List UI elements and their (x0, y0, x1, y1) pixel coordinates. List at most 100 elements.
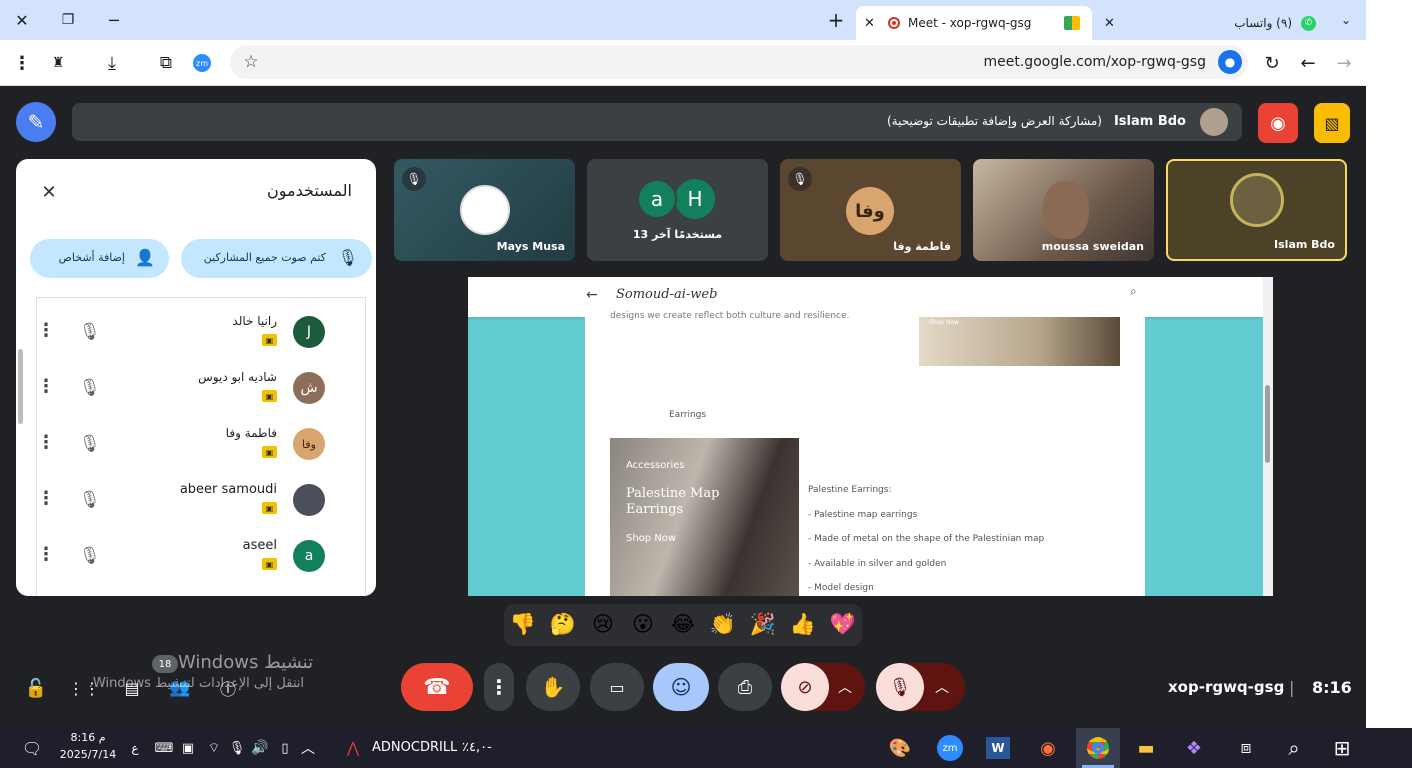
mic-off-icon[interactable]: 🎙 (79, 434, 101, 454)
list-item[interactable]: وفا فاطمة وفا ▣ 🎙 ⋮ (17, 416, 325, 472)
download-icon[interactable]: ⤓ (98, 49, 126, 77)
tile-islam-bdo[interactable]: Islam Bdo (1166, 159, 1347, 261)
mic-off-icon[interactable]: 🎙 (79, 378, 101, 398)
chevron-up-icon[interactable]: ︿ (930, 675, 954, 699)
add-people-button[interactable]: 👤 إضافة أشخاص (30, 239, 169, 278)
tile-mays-musa[interactable]: 🎙 Mays Musa (394, 159, 575, 261)
tab-whatsapp[interactable]: ✕ (٩) واتساب ✆ (1096, 6, 1326, 40)
raise-hand-button[interactable]: ✋ (526, 663, 580, 711)
back-icon[interactable]: ← (1294, 49, 1322, 77)
extensions-puzzle-icon[interactable]: ⧉ (152, 49, 180, 77)
copilot-icon[interactable]: ❖ (1180, 728, 1208, 768)
close-tab-icon[interactable]: ✕ (864, 16, 875, 31)
word-app-icon[interactable]: W (984, 728, 1012, 768)
more-options-icon[interactable]: ⋮ (37, 544, 55, 565)
minimize-window-icon[interactable]: ─ (100, 6, 128, 34)
edit-pen-icon[interactable]: ✎ (16, 102, 56, 142)
search-icon[interactable]: ⌕ (1130, 284, 1137, 299)
bookmark-star-icon[interactable]: ☆ (240, 51, 262, 73)
wifi-icon[interactable]: ⌔ (204, 728, 224, 768)
earrings-image[interactable]: Accessories Palestine Map Earrings Shop … (610, 438, 799, 596)
file-explorer-icon[interactable]: ▬ (1132, 728, 1160, 768)
zoom-extension-icon[interactable]: zm (188, 49, 216, 77)
clock: 8:16 (1312, 678, 1352, 697)
firefox-icon[interactable]: ◉ (1034, 728, 1062, 768)
windows-start-icon[interactable]: ⊞ (1328, 728, 1356, 768)
stock-trend-icon: ⋀ (346, 739, 360, 757)
list-item[interactable]: J رانيا خالد ▣ 🎙 ⋮ (17, 304, 325, 360)
close-icon[interactable]: ✕ (38, 181, 60, 203)
more-options-button[interactable]: ⋮ (484, 663, 514, 711)
tab-meet[interactable]: ✕ Meet - xop-rgwq-gsg (856, 6, 1092, 40)
more-options-icon[interactable]: ⋮ (37, 376, 55, 397)
list-item[interactable]: abeer samoudi ▣ 🎙 ⋮ (17, 472, 325, 528)
battery-icon[interactable]: ▯ (276, 728, 294, 768)
back-arrow-icon[interactable]: ← (586, 287, 598, 303)
mic-off-icon[interactable]: 🎙 (79, 322, 101, 342)
product-image[interactable]: Shop Now (919, 317, 1120, 366)
more-options-icon[interactable]: ⋮ (37, 488, 55, 509)
google-meet-icon (1064, 16, 1080, 30)
extension-icon[interactable]: ♜ (44, 49, 72, 77)
reaction-thumbs-down[interactable]: 👎 (508, 612, 538, 637)
menu-icon[interactable]: ⋮ (8, 49, 36, 77)
record-icon[interactable]: ◉ (1258, 103, 1298, 143)
reaction-party[interactable]: 🎉 (748, 612, 778, 637)
captions-button[interactable]: ▭ (590, 663, 644, 711)
reaction-surprised[interactable]: 😮 (628, 612, 658, 636)
captions-off-icon[interactable]: ▧ (1314, 103, 1350, 143)
reaction-clap[interactable]: 👏 (708, 612, 738, 637)
omnibox[interactable]: ☆ meet.google.com/xop-rgwq-gsg ● (230, 45, 1248, 79)
mic-off-icon: 🎙 (788, 167, 812, 191)
reaction-sad[interactable]: 😢 (588, 612, 618, 636)
taskbar-date[interactable]: 2025/7/14 (58, 748, 118, 761)
microphone-in-use-icon[interactable]: ● (1218, 50, 1242, 74)
reaction-thinking[interactable]: 🤔 (548, 612, 578, 637)
more-options-icon[interactable]: ⋮ (37, 432, 55, 453)
tile-fatima-wafa[interactable]: 🎙 وفا فاطمة وفا (780, 159, 961, 261)
host-controls-lock-icon[interactable]: 🔓 (24, 674, 48, 702)
taskbar-time[interactable]: 8:16 م (60, 731, 116, 744)
list-item[interactable]: a aseel ▣ 🎙 ⋮ (17, 528, 325, 584)
mic-off-icon[interactable]: 🎙 (876, 663, 924, 711)
tile-others[interactable]: H a 13 مستخدمًا آخر (587, 159, 768, 261)
present-button[interactable]: ⎙ (718, 663, 772, 711)
reaction-thumbs-up[interactable]: 👍 (788, 612, 818, 637)
reaction-laugh[interactable]: 😂 (668, 612, 698, 636)
url-text[interactable]: meet.google.com/xop-rgwq-gsg (984, 54, 1207, 70)
more-options-icon[interactable]: ⋮ (37, 320, 55, 341)
microphone-icon[interactable]: 🎙 (228, 728, 246, 768)
tab-search-icon[interactable]: ⌄ (1332, 6, 1360, 34)
list-item[interactable]: ش شاديه ابو ديوس ▣ 🎙 ⋮ (17, 360, 325, 416)
restore-window-icon[interactable]: ❐ (54, 6, 82, 34)
close-tab-icon[interactable]: ✕ (1104, 16, 1115, 31)
reload-icon[interactable]: ↻ (1258, 49, 1286, 77)
mic-off-icon[interactable]: 🎙 (79, 546, 101, 566)
zoom-app-icon[interactable]: zm (936, 728, 964, 768)
search-icon[interactable]: ⌕ (1280, 728, 1308, 768)
chrome-icon[interactable] (1076, 728, 1120, 768)
task-view-icon[interactable]: ⧈ (1232, 728, 1260, 768)
new-tab-icon[interactable]: + (822, 6, 850, 34)
avatar: a (637, 179, 677, 219)
camera-off-icon[interactable]: ⊘ (781, 663, 829, 711)
notifications-icon[interactable]: 🗨 (20, 728, 44, 768)
meet-app-icon[interactable]: ▣ (178, 728, 198, 768)
stock-name[interactable]: ADNOCDRILL (372, 740, 457, 755)
paint-app-icon[interactable]: 🎨 (886, 728, 914, 768)
chevron-up-icon[interactable]: ︿ (833, 675, 857, 699)
scrollbar[interactable] (18, 349, 23, 424)
tile-moussa-sweidan[interactable]: moussa sweidan (973, 159, 1154, 261)
leave-call-button[interactable]: ☎ (401, 663, 473, 711)
chevron-up-icon[interactable]: ︿ (298, 728, 318, 768)
close-window-icon[interactable]: ✕ (8, 6, 36, 34)
keyboard-icon[interactable]: ⌨ (154, 728, 174, 768)
volume-icon[interactable]: 🔊 (250, 728, 270, 768)
scrollbar-thumb[interactable] (1265, 385, 1270, 463)
input-language[interactable]: ع (126, 728, 144, 768)
reaction-heart[interactable]: 💖 (828, 612, 858, 637)
forward-icon[interactable]: → (1330, 49, 1358, 77)
mic-off-icon[interactable]: 🎙 (79, 490, 101, 510)
reactions-button[interactable]: ☺ (653, 663, 709, 711)
mute-all-button[interactable]: 🎙 كتم صوت جميع المشاركين (181, 239, 372, 278)
